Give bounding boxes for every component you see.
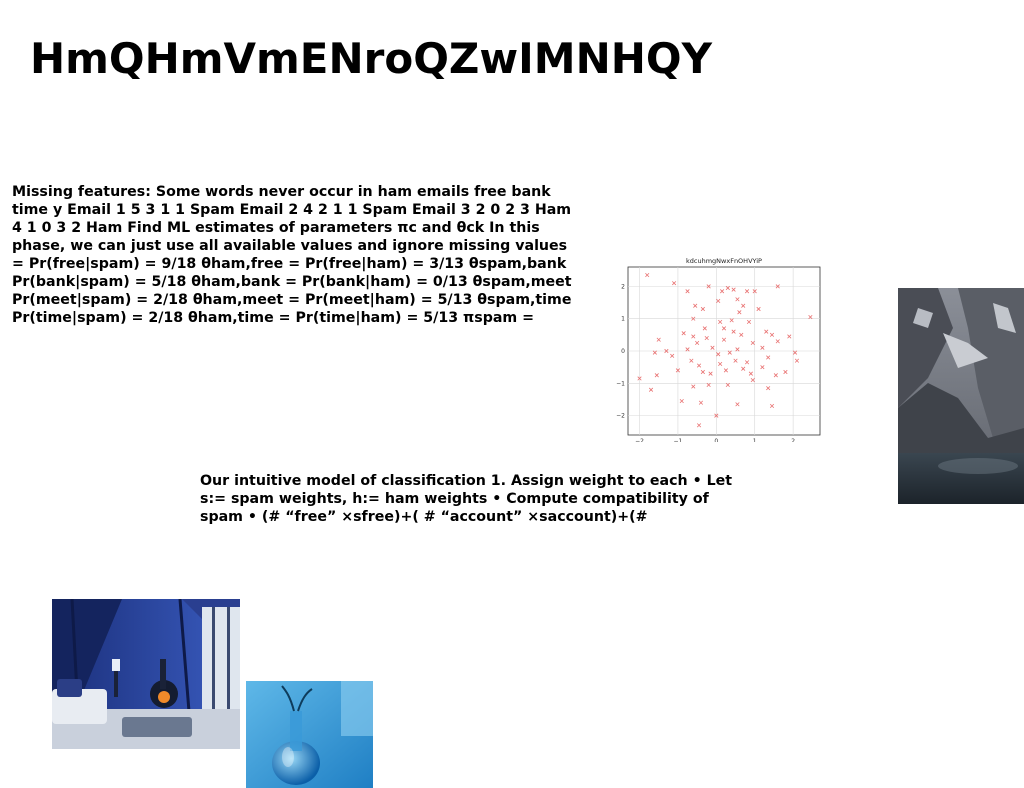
chart-title: kdcuhmgNwxFnOHVYiP <box>686 257 762 265</box>
slide-title: HmQHmVmENroQZwIMNHQY <box>30 34 713 83</box>
y-tick-label: 1 <box>621 316 625 323</box>
x-tick-label: −1 <box>673 438 682 442</box>
y-tick-label: 2 <box>621 283 625 290</box>
x-tick-label: 1 <box>753 438 757 442</box>
x-tick-label: 0 <box>714 438 718 442</box>
cabin-living-room-photo <box>52 599 240 749</box>
y-tick-label: −1 <box>616 380 625 387</box>
blue-vase-photo <box>246 681 373 788</box>
scatter-chart: −2 −1 0 1 2 −2 −1 0 1 2 kdcuhmgNwxFnOHVYiP <box>616 257 821 442</box>
body-text-classification-model: Our intuitive model of classification 1.… <box>200 473 733 525</box>
y-tick-label: −2 <box>616 413 625 420</box>
y-tick-label: 0 <box>621 348 625 355</box>
x-tick-label: 2 <box>791 438 795 442</box>
x-tick-label: −2 <box>635 438 644 442</box>
mountain-photo <box>898 288 1024 504</box>
body-text-missing-features: Missing features: Some words never occur… <box>12 184 572 326</box>
